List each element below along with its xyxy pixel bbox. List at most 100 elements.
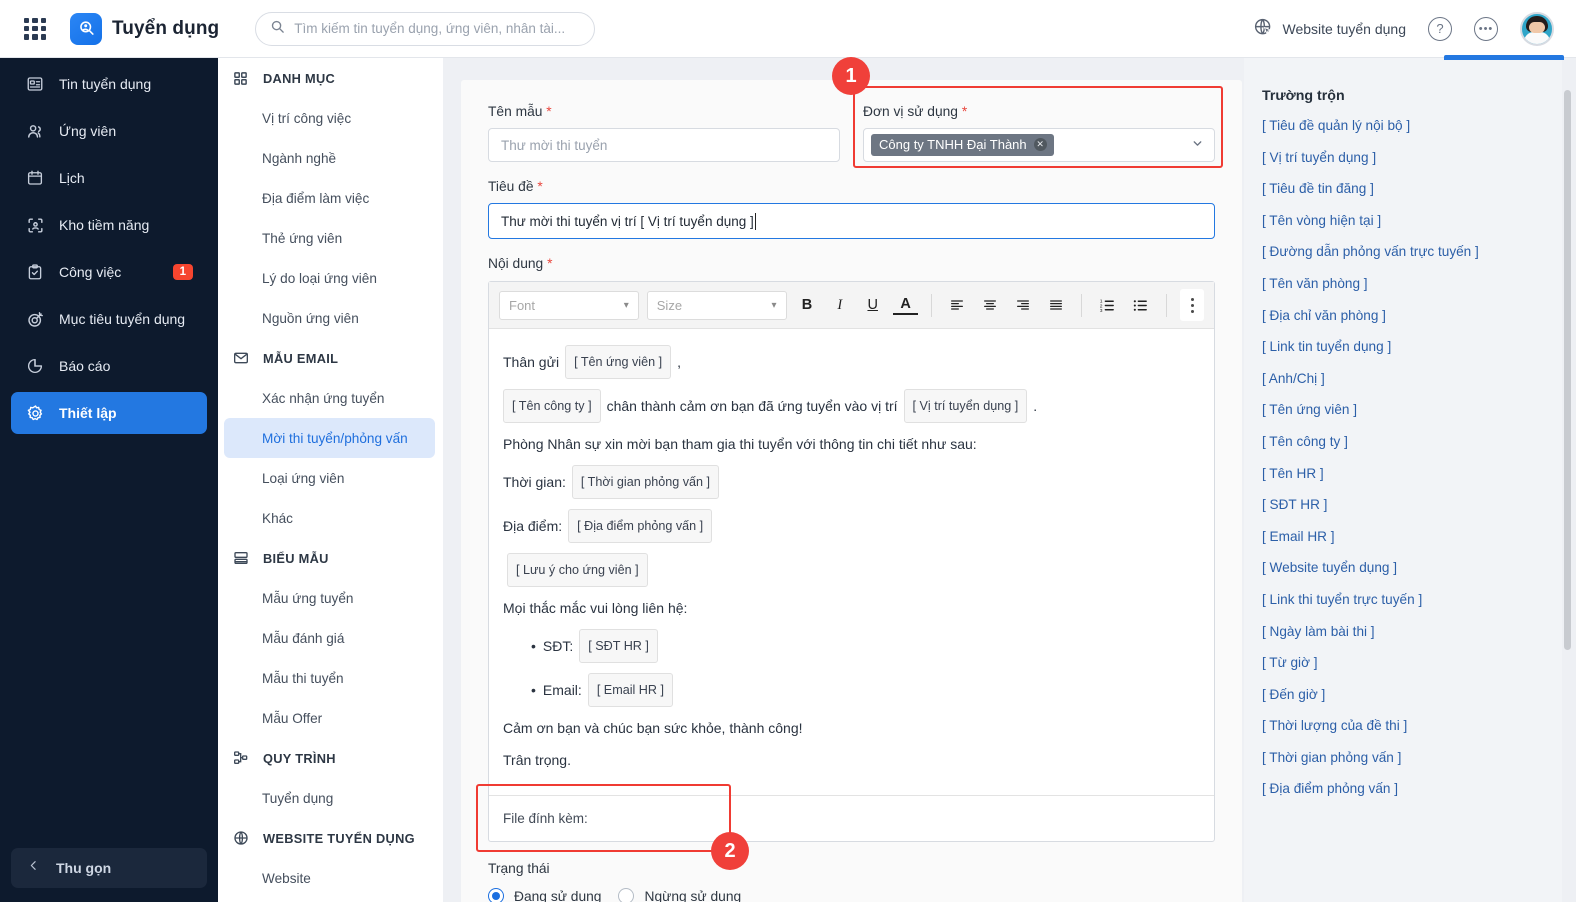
merge-tag-thoi-gian-phong-van[interactable]: [ Thời gian phỏng vấn ] bbox=[571, 465, 720, 499]
sidebar-item-bao-cao[interactable]: Báo cáo bbox=[11, 345, 207, 387]
radio-indicator-selected[interactable] bbox=[488, 888, 504, 902]
sidebar-item-tin-tuyen-dung[interactable]: Tin tuyển dụng bbox=[11, 63, 207, 105]
sidebar-item-kho-tiem-nang[interactable]: Kho tiềm năng bbox=[11, 204, 207, 246]
radio-dang-su-dung[interactable]: Đang sử dụng bbox=[488, 888, 601, 902]
subnav-item-khac[interactable]: Khác bbox=[224, 498, 435, 538]
title-input[interactable]: Thư mời thi tuyển vị trí [ Vị trí tuyển … bbox=[488, 203, 1215, 239]
merge-tag-vi-tri-tuyen-dung[interactable]: [ Vị trí tuyển dụng ] bbox=[903, 389, 1028, 423]
merge-field-item[interactable]: [ Địa điểm phỏng vấn ] bbox=[1262, 781, 1562, 796]
primary-sidebar: Tin tuyển dụng Ứng viên Lịch Kho tiềm nă… bbox=[0, 58, 218, 902]
subnav-item-vi-tri-cong-viec[interactable]: Vị trí công việc bbox=[224, 98, 435, 138]
chevron-down-icon: ▾ bbox=[623, 299, 629, 311]
bold-button[interactable]: B bbox=[795, 292, 820, 319]
merge-field-item[interactable]: [ Đến giờ ] bbox=[1262, 687, 1562, 702]
merge-tag-sdt-hr[interactable]: [ SĐT HR ] bbox=[579, 629, 658, 663]
merge-field-item[interactable]: [ Tên ứng viên ] bbox=[1262, 402, 1562, 417]
merge-field-item[interactable]: [ Thời gian phỏng vấn ] bbox=[1262, 750, 1562, 765]
merge-field-item[interactable]: [ Địa chỉ văn phòng ] bbox=[1262, 308, 1562, 323]
ellipsis-circle-icon[interactable]: ••• bbox=[1474, 16, 1498, 41]
sidebar-item-ung-vien[interactable]: Ứng viên bbox=[11, 110, 207, 152]
merge-panel-scrollbar[interactable] bbox=[1564, 90, 1571, 650]
subnav-item-nguon-ung-vien[interactable]: Nguồn ứng viên bbox=[224, 298, 435, 338]
font-family-select[interactable]: Font ▾ bbox=[499, 290, 639, 320]
merge-field-item[interactable]: [ Anh/Chị ] bbox=[1262, 371, 1562, 386]
merge-field-item[interactable]: [ Vị trí tuyển dụng ] bbox=[1262, 150, 1562, 165]
align-right-icon[interactable] bbox=[1011, 292, 1036, 319]
ordered-list-icon[interactable]: 123 bbox=[1095, 292, 1120, 319]
unit-chip[interactable]: Công ty TNHH Đại Thành ✕ bbox=[871, 134, 1054, 156]
subnav-item-mau-offer[interactable]: Mẫu Offer bbox=[224, 698, 435, 738]
subnav-group-title: DANH MỤC bbox=[263, 70, 336, 86]
merge-tag-dia-diem-phong-van[interactable]: [ Địa điểm phỏng vấn ] bbox=[568, 509, 713, 543]
merge-field-item[interactable]: [ Link thi tuyển trực tuyến ] bbox=[1262, 592, 1562, 607]
subnav-item-xac-nhan-ung-tuyen[interactable]: Xác nhận ứng tuyển bbox=[224, 378, 435, 418]
merge-field-item[interactable]: [ Tên vòng hiện tại ] bbox=[1262, 213, 1562, 228]
subnav-item-website[interactable]: Website bbox=[224, 858, 435, 898]
editor-attachment-footer[interactable]: File đính kèm: bbox=[489, 795, 1214, 841]
avatar[interactable] bbox=[1520, 11, 1554, 46]
merge-field-item[interactable]: [ Ngày làm bài thi ] bbox=[1262, 624, 1562, 639]
subnav-item-the-ung-vien[interactable]: Thẻ ứng viên bbox=[224, 218, 435, 258]
merge-field-item[interactable]: [ Tên HR ] bbox=[1262, 466, 1562, 481]
subnav-item-moi-thi-tuyen-phong-van[interactable]: Mời thi tuyển/phỏng vấn bbox=[224, 418, 435, 458]
kebab-menu-icon[interactable] bbox=[1180, 289, 1204, 321]
merge-field-item[interactable]: [ Đường dẫn phỏng vấn trực tuyến ] bbox=[1262, 244, 1562, 259]
radio-ngung-su-dung[interactable]: Ngừng sử dụng bbox=[618, 888, 741, 902]
merge-field-item[interactable]: [ Tiêu đề tin đăng ] bbox=[1262, 181, 1562, 196]
subnav-item-mau-ung-tuyen[interactable]: Mẫu ứng tuyển bbox=[224, 578, 435, 618]
field-unit: Đơn vị sử dụng * Công ty TNHH Đại Thành … bbox=[863, 104, 1215, 162]
editor-body[interactable]: Thân gửi [ Tên ứng viên ] , [ Tên công t… bbox=[489, 329, 1214, 795]
question-circle-icon[interactable]: ? bbox=[1428, 16, 1452, 41]
global-search[interactable] bbox=[255, 11, 596, 46]
align-justify-icon[interactable] bbox=[1044, 292, 1069, 319]
merge-tag-ten-cong-ty[interactable]: [ Tên công ty ] bbox=[503, 389, 601, 423]
subnav-item-ly-do-loai-ung-vien[interactable]: Lý do loại ứng viên bbox=[224, 258, 435, 298]
website-link[interactable]: Website tuyển dụng bbox=[1253, 17, 1406, 41]
template-name-input[interactable]: Thư mời thi tuyển bbox=[488, 128, 840, 162]
toolbar-divider bbox=[1081, 293, 1083, 317]
merge-field-item[interactable]: [ Email HR ] bbox=[1262, 529, 1562, 544]
talent-pool-icon bbox=[24, 214, 46, 236]
remove-chip-icon[interactable]: ✕ bbox=[1033, 138, 1047, 151]
subnav-group-website-tuyen-dung: WEBSITE TUYỂN DỤNG bbox=[218, 818, 443, 858]
subnav-item-tuyen-dung[interactable]: Tuyển dụng bbox=[224, 778, 435, 818]
chevron-down-icon[interactable] bbox=[1191, 137, 1204, 153]
editor-line-phone: • SĐT: [ SĐT HR ] bbox=[503, 629, 1200, 663]
sidebar-item-thiet-lap[interactable]: Thiết lập bbox=[11, 392, 207, 434]
subnav-item-mau-danh-gia[interactable]: Mẫu đánh giá bbox=[224, 618, 435, 658]
subnav-item-mau-thi-tuyen[interactable]: Mẫu thi tuyển bbox=[224, 658, 435, 698]
subnav-item-label: Nguồn ứng viên bbox=[262, 310, 359, 326]
search-input[interactable] bbox=[294, 21, 581, 36]
unit-chip-label: Công ty TNHH Đại Thành bbox=[879, 137, 1027, 152]
subnav-item-nganh-nghe[interactable]: Ngành nghề bbox=[224, 138, 435, 178]
radio-indicator[interactable] bbox=[618, 888, 635, 902]
merge-field-item[interactable]: [ Tên văn phòng ] bbox=[1262, 276, 1562, 291]
italic-button[interactable]: I bbox=[827, 292, 852, 319]
sidebar-item-lich[interactable]: Lịch bbox=[11, 157, 207, 199]
merge-field-item[interactable]: [ Tên công ty ] bbox=[1262, 434, 1562, 449]
sidebar-item-cong-viec[interactable]: Công việc 1 bbox=[11, 251, 207, 293]
merge-field-item[interactable]: [ Thời lượng của đề thi ] bbox=[1262, 718, 1562, 733]
chevron-left-icon bbox=[27, 859, 40, 877]
merge-tag-luu-y-cho-ung-vien[interactable]: [ Lưu ý cho ứng viên ] bbox=[507, 553, 648, 587]
merge-field-item[interactable]: [ SĐT HR ] bbox=[1262, 497, 1562, 512]
merge-field-item[interactable]: [ Từ giờ ] bbox=[1262, 655, 1562, 670]
subnav-item-loai-ung-vien[interactable]: Loại ứng viên bbox=[224, 458, 435, 498]
merge-tag-email-hr[interactable]: [ Email HR ] bbox=[587, 673, 673, 707]
bullet-dot-icon: • bbox=[531, 638, 536, 654]
subnav-item-dia-diem-lam-viec[interactable]: Địa điểm làm việc bbox=[224, 178, 435, 218]
align-center-icon[interactable] bbox=[978, 292, 1003, 319]
text-color-button[interactable]: A bbox=[893, 295, 919, 315]
sidebar-item-muc-tieu-tuyen-dung[interactable]: Mục tiêu tuyển dụng bbox=[11, 298, 207, 340]
unit-select[interactable]: Công ty TNHH Đại Thành ✕ bbox=[863, 128, 1215, 162]
font-size-select[interactable]: Size ▾ bbox=[646, 290, 787, 320]
align-left-icon[interactable] bbox=[945, 292, 970, 319]
merge-field-item[interactable]: [ Link tin tuyển dụng ] bbox=[1262, 339, 1562, 354]
merge-field-item[interactable]: [ Tiêu đề quản lý nội bộ ] bbox=[1262, 118, 1562, 133]
underline-button[interactable]: U bbox=[860, 292, 885, 319]
merge-tag-ten-ung-vien[interactable]: [ Tên ứng viên ] bbox=[565, 345, 672, 379]
collapse-sidebar-button[interactable]: Thu gọn bbox=[11, 848, 207, 888]
grid-apps-icon[interactable] bbox=[24, 17, 46, 40]
merge-field-item[interactable]: [ Website tuyển dụng ] bbox=[1262, 560, 1562, 575]
bullet-list-icon[interactable] bbox=[1128, 292, 1153, 319]
